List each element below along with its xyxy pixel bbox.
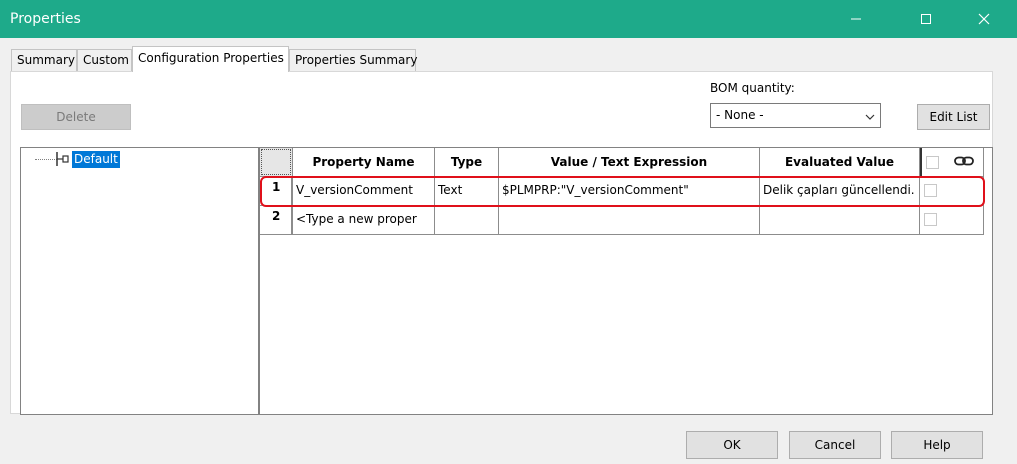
evaluated-value-cell: Delik çapları güncellendi.: [760, 177, 920, 206]
delete-button[interactable]: Delete: [21, 104, 131, 130]
configuration-icon: [54, 151, 70, 170]
type-cell[interactable]: Text: [435, 177, 499, 206]
title-bar: Properties: [0, 0, 1017, 38]
ok-button[interactable]: OK: [686, 431, 778, 459]
link-icon: [954, 155, 974, 170]
column-header-value[interactable]: Value / Text Expression: [499, 148, 760, 177]
tab-summary[interactable]: Summary: [11, 49, 77, 71]
value-cell[interactable]: $PLMPRP:"V_versionComment": [499, 177, 760, 206]
properties-grid: Property Name Type Value / Text Expressi…: [258, 147, 993, 415]
column-header-type[interactable]: Type: [435, 148, 499, 177]
tab-custom[interactable]: Custom: [77, 49, 132, 71]
type-cell[interactable]: [435, 206, 499, 235]
value-cell[interactable]: [499, 206, 760, 235]
tab-configuration-properties[interactable]: Configuration Properties: [132, 46, 289, 72]
bom-quantity-label: BOM quantity:: [710, 81, 795, 95]
property-name-cell[interactable]: V_versionComment: [293, 177, 435, 206]
column-header-evaluated-value[interactable]: Evaluated Value: [760, 148, 920, 177]
configuration-tree: Default: [20, 147, 259, 415]
chevron-down-icon: [865, 110, 875, 124]
row-number[interactable]: 2: [260, 206, 293, 235]
bom-quantity-select[interactable]: - None -: [710, 103, 881, 128]
bom-quantity-value: - None -: [716, 108, 764, 122]
property-name-cell[interactable]: <Type a new proper: [293, 206, 435, 235]
column-header-property-name[interactable]: Property Name: [293, 148, 435, 177]
link-cell: [920, 206, 984, 235]
window-title: Properties: [10, 11, 81, 27]
help-button[interactable]: Help: [891, 431, 983, 459]
row-checkbox[interactable]: [924, 184, 937, 197]
minimize-icon[interactable]: [833, 0, 879, 38]
tab-properties-summary[interactable]: Properties Summary: [289, 49, 417, 71]
cancel-button[interactable]: Cancel: [789, 431, 881, 459]
grid-corner[interactable]: [260, 148, 293, 177]
tree-item-default[interactable]: Default: [72, 151, 120, 168]
link-cell: [920, 177, 984, 206]
row-number[interactable]: 1: [260, 177, 293, 206]
column-header-link[interactable]: [920, 148, 984, 177]
header-checkbox[interactable]: [926, 156, 939, 169]
row-checkbox[interactable]: [924, 213, 937, 226]
evaluated-value-cell: [760, 206, 920, 235]
maximize-icon[interactable]: [903, 0, 949, 38]
close-icon[interactable]: [961, 0, 1007, 38]
edit-list-button[interactable]: Edit List: [917, 104, 990, 130]
